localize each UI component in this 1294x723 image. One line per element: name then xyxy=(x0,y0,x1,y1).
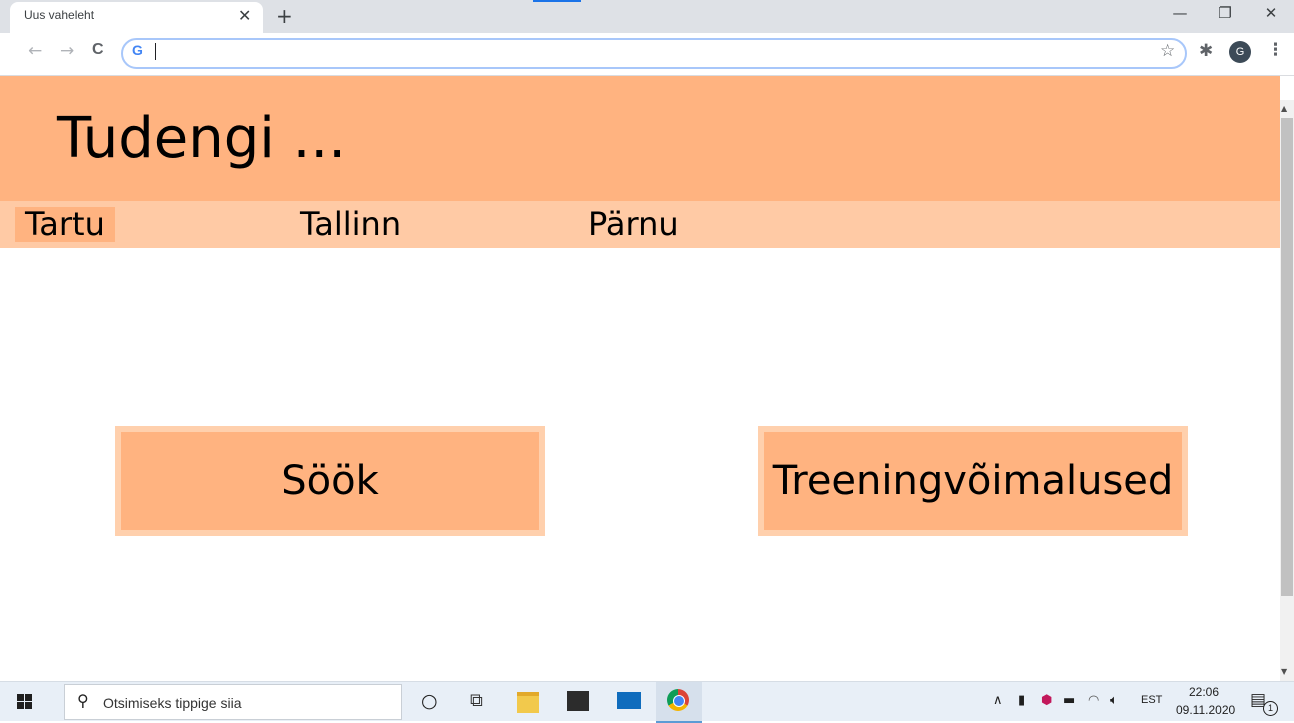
mail-icon[interactable] xyxy=(617,692,641,709)
google-icon: G xyxy=(132,42,143,58)
battery-icon[interactable]: ▬ xyxy=(1063,693,1075,708)
scroll-up-icon[interactable]: ▲ xyxy=(1281,104,1287,113)
page-viewport: Tudengi ... Tartu Tallinn Pärnu Söök Tre… xyxy=(0,76,1280,681)
sook-label: Söök xyxy=(121,432,539,530)
windows-logo-pane xyxy=(25,694,32,701)
kebab-menu-icon[interactable]: ⋮ xyxy=(1267,40,1284,60)
new-tab-button[interactable]: + xyxy=(276,4,293,28)
chrome-icon-center xyxy=(673,695,685,707)
cortana-icon[interactable]: ○ xyxy=(421,690,438,712)
task-view-icon[interactable]: ⧉ xyxy=(470,690,483,711)
chrome-icon xyxy=(667,689,689,711)
taskbar: ⚲ Otsimiseks tippige siia ○ ⧉ ∧ ▮ ⬢ ▬ ◠ … xyxy=(0,681,1294,723)
tab-close-icon[interactable]: ✕ xyxy=(238,6,251,25)
windows-logo-icon xyxy=(17,694,24,701)
file-explorer-icon[interactable] xyxy=(517,692,539,713)
windows-start-button[interactable] xyxy=(0,682,48,721)
nav-item-tartu[interactable]: Tartu xyxy=(15,207,115,242)
show-hidden-icons-icon[interactable]: ∧ xyxy=(993,693,1003,708)
star-icon[interactable]: ☆ xyxy=(1160,41,1175,61)
text-caret xyxy=(155,43,156,60)
chrome-taskbar-button[interactable] xyxy=(656,682,702,723)
minimize-button[interactable]: — xyxy=(1170,4,1190,22)
clock-time[interactable]: 22:06 xyxy=(1189,685,1219,699)
city-nav: Tartu Tallinn Pärnu xyxy=(0,201,1280,248)
profile-avatar[interactable]: G xyxy=(1229,41,1251,63)
notification-count: 1 xyxy=(1263,701,1278,716)
scrollbar-thumb[interactable] xyxy=(1281,118,1293,596)
close-window-button[interactable]: ✕ xyxy=(1261,4,1281,22)
windows-logo-pane xyxy=(25,702,32,709)
clock-date[interactable]: 09.11.2020 xyxy=(1176,703,1235,717)
puzzle-icon[interactable]: ✱ xyxy=(1199,41,1213,61)
store-icon[interactable] xyxy=(567,691,589,711)
microphone-icon[interactable]: ▮ xyxy=(1018,693,1025,708)
wifi-icon[interactable]: ◠ xyxy=(1088,693,1099,708)
taskbar-search-box[interactable]: ⚲ Otsimiseks tippige siia xyxy=(64,684,402,720)
search-placeholder: Otsimiseks tippige siia xyxy=(103,695,242,711)
tab-title: Uus vaheleht xyxy=(24,8,95,22)
windows-logo-pane xyxy=(17,702,24,709)
page-header: Tudengi ... xyxy=(0,76,1280,201)
app-tray-icon[interactable]: ⬢ xyxy=(1041,693,1052,708)
treening-button[interactable]: Treeningvõimalused xyxy=(758,426,1188,536)
nav-item-parnu[interactable]: Pärnu xyxy=(588,207,679,242)
forward-button[interactable]: → xyxy=(60,41,74,61)
sook-button[interactable]: Söök xyxy=(115,426,545,536)
volume-icon[interactable]: 🔈︎ xyxy=(1110,693,1118,708)
address-input[interactable] xyxy=(160,42,1140,62)
back-button[interactable]: ← xyxy=(28,41,42,61)
tab-indicator xyxy=(533,0,581,2)
page-title: Tudengi ... xyxy=(57,106,346,171)
scroll-down-icon[interactable]: ▼ xyxy=(1281,667,1287,676)
restore-button[interactable]: ❐ xyxy=(1215,4,1235,22)
search-icon: ⚲ xyxy=(77,691,89,710)
treening-label: Treeningvõimalused xyxy=(764,432,1182,530)
nav-item-tallinn[interactable]: Tallinn xyxy=(300,207,401,242)
reload-button[interactable]: C xyxy=(92,41,104,59)
language-indicator[interactable]: EST xyxy=(1141,694,1162,706)
